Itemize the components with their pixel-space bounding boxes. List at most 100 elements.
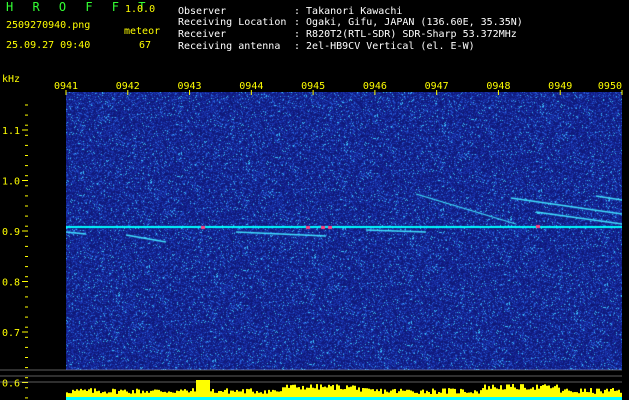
level-bar [320,384,322,398]
level-bar [506,384,508,398]
level-bar [562,390,564,398]
level-bar [486,389,488,398]
level-bar [146,391,148,398]
level-bar [316,384,318,398]
level-bar [344,389,346,398]
level-bar [398,391,400,398]
level-bar [362,388,364,398]
level-bar [334,389,336,398]
y-tick-label: 0.9 [2,227,20,238]
level-bar [590,388,592,398]
level-bar [326,387,328,398]
level-bar [250,388,252,398]
level-bar [84,389,86,398]
level-bar [180,389,182,398]
level-bar [202,380,204,398]
level-bar [546,385,548,398]
level-bar [310,384,312,398]
level-bar [306,387,308,398]
level-bar [532,387,534,398]
level-bar [176,390,178,398]
level-bar [298,387,300,398]
level-bar [488,386,490,398]
level-bar [570,391,572,398]
level-bar [86,390,88,398]
level-bar [564,389,566,398]
level-bar [370,389,372,398]
level-bar [152,390,154,398]
level-bar [372,389,374,398]
level-bar [220,391,222,398]
level-bar [392,389,394,398]
level-bar [122,390,124,398]
level-bar [274,390,276,398]
level-bar [504,389,506,398]
level-bar [614,390,616,398]
level-bar [450,388,452,398]
level-bar [96,391,98,398]
level-bar [558,387,560,398]
y-tick-label: 0.6 [2,379,20,390]
level-bar [552,387,554,398]
level-bar [304,389,306,398]
level-bar [226,388,228,398]
level-bar [294,384,296,398]
level-bar [286,384,288,398]
y-tick-label: 0.7 [2,328,20,339]
level-bar [150,390,152,398]
level-bar [190,391,192,398]
level-bar [72,389,74,398]
level-bar [138,389,140,398]
level-bar [364,388,366,398]
level-bar [490,388,492,398]
level-bar [584,388,586,398]
level-bar [354,385,356,398]
level-bar [142,390,144,398]
level-bar [596,388,598,398]
level-bar [178,391,180,398]
level-bar [200,380,202,398]
level-bar [520,384,522,398]
level-bar [280,391,282,398]
level-bar [76,389,78,398]
level-bar [434,390,436,398]
level-bar [350,386,352,398]
axes-overlay: 0941 0942 0943 0944 0945 0946 0947 0948 0949 0950… [0,81,623,400]
level-bar [120,389,122,398]
level-bar [90,388,92,398]
level-bar [536,384,538,398]
level-bar [524,387,526,398]
level-bar [448,388,450,398]
level-bar [318,389,320,398]
level-bar [442,388,444,398]
level-bar [538,388,540,398]
level-bar [420,390,422,398]
level-bar [232,390,234,398]
level-bar [290,385,292,398]
level-bar [256,391,258,398]
level-bar [282,387,284,398]
level-bar [94,388,96,398]
level-bar [348,387,350,398]
level-bar [512,384,514,398]
level-bar [154,389,156,398]
level-bar [322,387,324,398]
level-bar [460,388,462,398]
level-bar [376,389,378,398]
level-bar [530,388,532,398]
level-bar [206,380,208,398]
level-bar [248,389,250,398]
level-bar [210,391,212,398]
level-bar [494,387,496,398]
level-bar [462,389,464,398]
level-bar [508,384,510,398]
level-bar [474,390,476,398]
level-bar [358,387,360,398]
level-bar [378,391,380,398]
level-bar [186,390,188,398]
level-bar [432,388,434,398]
level-bar [366,388,368,398]
signal-level-strip [66,380,622,400]
level-bar [118,390,120,398]
level-bar [500,385,502,398]
